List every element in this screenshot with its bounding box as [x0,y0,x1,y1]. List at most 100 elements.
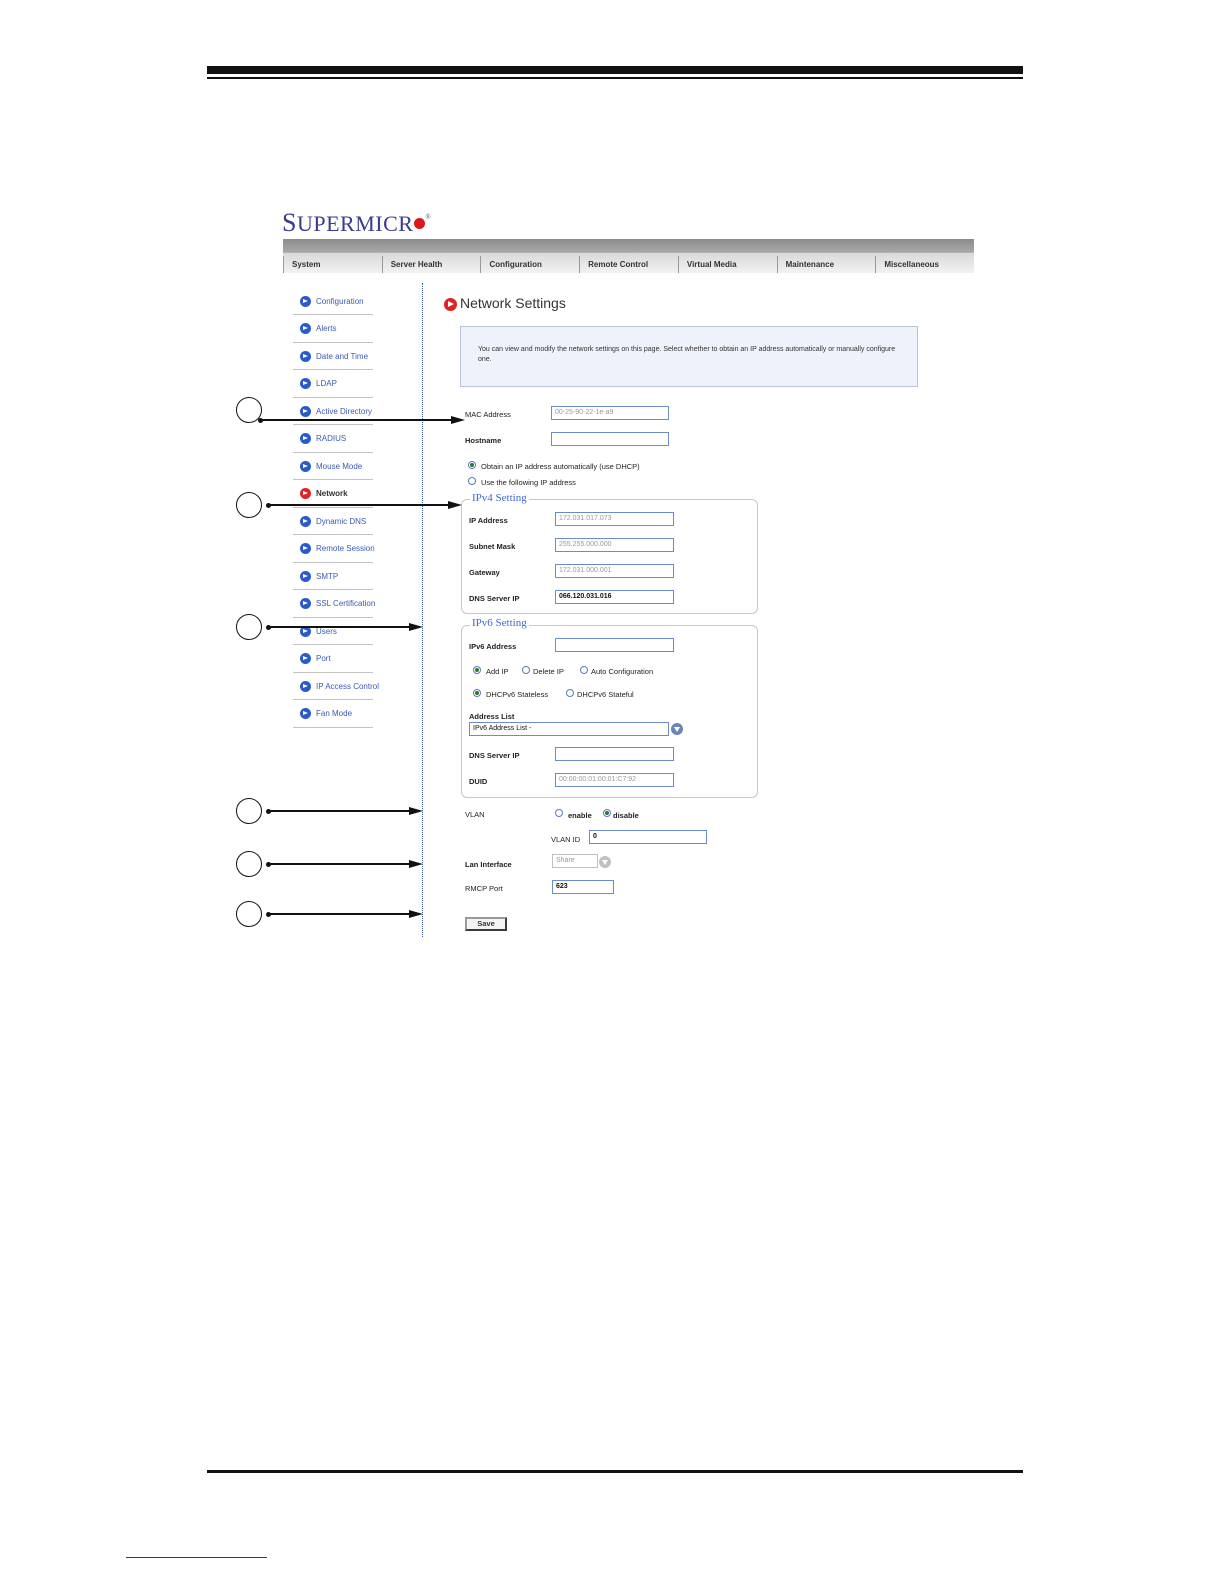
arrow-right-icon [409,623,423,631]
chevron-down-icon[interactable] [671,723,683,735]
sidebar-item-configuration[interactable]: Configuration [293,288,373,315]
hostname-field[interactable] [551,432,669,446]
dhcpv6-stateless-radio[interactable] [473,689,481,697]
sidebar-item-label: Remote Session [316,544,375,553]
arrow-circle-icon [444,298,457,311]
sidebar-item-dynamic-dns[interactable]: Dynamic DNS [293,508,373,535]
static-ip-radio-label: Use the following IP address [481,478,576,487]
tab-remote-control[interactable]: Remote Control [579,256,678,273]
dhcpv6-stateful-radio[interactable] [566,689,574,697]
callout-circle [236,614,262,640]
dhcp-radio[interactable] [468,461,476,469]
sidebar-item-date-and-time[interactable]: Date and Time [293,343,373,370]
sidebar-item-ip-access-control[interactable]: IP Access Control [293,673,379,700]
callout-circle [236,492,262,518]
sidebar-item-label: Fan Mode [316,709,353,718]
arrow-circle-icon [300,350,311,362]
tab-system[interactable]: System [283,256,382,273]
callout-circle [236,798,262,824]
ipv4-ip-label: IP Address [469,516,508,525]
arrow-circle-icon [300,543,311,554]
logo-o-dot [414,218,426,229]
vlan-enable-radio[interactable] [555,809,563,817]
rmcp-port-label: RMCP Port [465,884,503,893]
page-description: You can view and modify the network sett… [478,346,896,363]
footer-rule [207,1470,1023,1473]
nav-tabs: System Server Health Configuration Remot… [283,256,974,273]
vlan-enable-label: enable [568,811,592,820]
sidebar-item-ssl-certification[interactable]: SSL Certification [293,591,376,618]
sidebar-item-mouse-mode[interactable]: Mouse Mode [293,453,373,480]
sidebar-item-radius[interactable]: RADIUS [293,426,373,453]
header-rule-thin [207,77,1023,79]
vlan-id-field[interactable]: 0 [589,830,707,844]
tab-configuration[interactable]: Configuration [480,256,579,273]
arrow-circle-icon [300,433,311,444]
callout-circle [236,901,262,927]
sidebar-item-fan-mode[interactable]: Fan Mode [293,701,373,728]
ipv4-gateway-field[interactable]: 172.031.000.001 [555,564,674,578]
sidebar-item-label: Alerts [316,324,337,333]
vlan-id-label: VLAN ID [551,835,581,844]
page-title: Network Settings [460,295,566,311]
address-list-select[interactable]: IPv6 Address List - [469,722,669,736]
rmcp-port-field[interactable]: 623 [552,880,614,894]
vlan-disable-radio[interactable] [603,809,611,817]
arrow-circle-icon [300,378,311,389]
ipv4-ip-field[interactable]: 172.031.017.073 [555,512,674,526]
hostname-label: Hostname [465,436,502,445]
tab-maintenance[interactable]: Maintenance [776,256,876,273]
ipv4-mask-label: Subnet Mask [469,542,516,551]
ipv6-dns-field[interactable] [555,747,674,761]
dhcpv6-stateless-label: DHCPv6 Stateless [486,690,549,699]
callout-line [269,863,409,865]
mac-address-label: MAC Address [465,410,511,419]
ipv6-address-field[interactable] [555,638,674,652]
sidebar-item-label: RADIUS [316,434,347,443]
ipv4-mask-field[interactable]: 255.255.000.000 [555,538,674,552]
arrow-circle-icon [300,460,311,472]
save-button[interactable]: Save [465,917,507,931]
sidebar-item-port[interactable]: Port [293,646,373,673]
address-list-label: Address List [469,712,515,721]
sidebar-item-label: SSL Certification [316,599,376,608]
sidebar-item-smtp[interactable]: SMTP [293,563,373,590]
duid-field[interactable]: 00:00:00:01:00:01:C7:92 [555,773,674,787]
arrow-right-icon [409,860,423,868]
arrow-right-icon [409,910,423,918]
sidebar-item-label: Network [316,489,348,498]
callout-line [269,626,409,628]
tab-virtual-media[interactable]: Virtual Media [677,256,777,273]
sidebar-item-users[interactable]: Users [293,618,373,645]
sidebar-item-alerts[interactable]: Alerts [293,316,373,343]
sidebar-divider [422,283,423,937]
static-ip-radio[interactable] [468,477,476,485]
callout-line [269,913,409,915]
sidebar-item-label: Active Directory [316,406,373,416]
lan-interface-label: Lan Interface [465,860,512,869]
lan-interface-select[interactable]: Share [552,854,598,868]
sidebar-item-label: Configuration [316,296,364,306]
delete-ip-radio[interactable] [522,666,530,674]
arrow-circle-icon [300,323,311,334]
tab-miscellaneous[interactable]: Miscellaneous [875,256,974,273]
chevron-down-icon[interactable] [599,856,611,868]
sidebar-item-label: LDAP [316,379,337,388]
arrow-right-icon [448,501,462,509]
sidebar-item-label: IP Access Control [316,681,379,691]
mac-address-field[interactable]: 00-25-90-22-1e-a9 [551,406,669,420]
auto-config-radio[interactable] [580,666,588,674]
ipv4-dns-field[interactable]: 066.120.031.016 [555,590,674,604]
supermicro-logo: SUPERMICR ® [282,208,432,237]
ipv4-legend: IPv4 Setting [470,492,529,504]
arrow-circle-icon [300,405,311,417]
ipv6-dns-label: DNS Server IP [469,751,520,760]
arrow-circle-icon [300,295,311,307]
sidebar-item-active-directory[interactable]: Active Directory [293,398,373,425]
sidebar-item-ldap[interactable]: LDAP [293,371,373,398]
sidebar-item-remote-session[interactable]: Remote Session [293,536,375,563]
add-ip-radio[interactable] [473,666,481,674]
dhcpv6-stateful-label: DHCPv6 Stateful [577,690,634,699]
sidebar-item-label: Dynamic DNS [316,516,367,526]
tab-server-health[interactable]: Server Health [381,256,481,273]
